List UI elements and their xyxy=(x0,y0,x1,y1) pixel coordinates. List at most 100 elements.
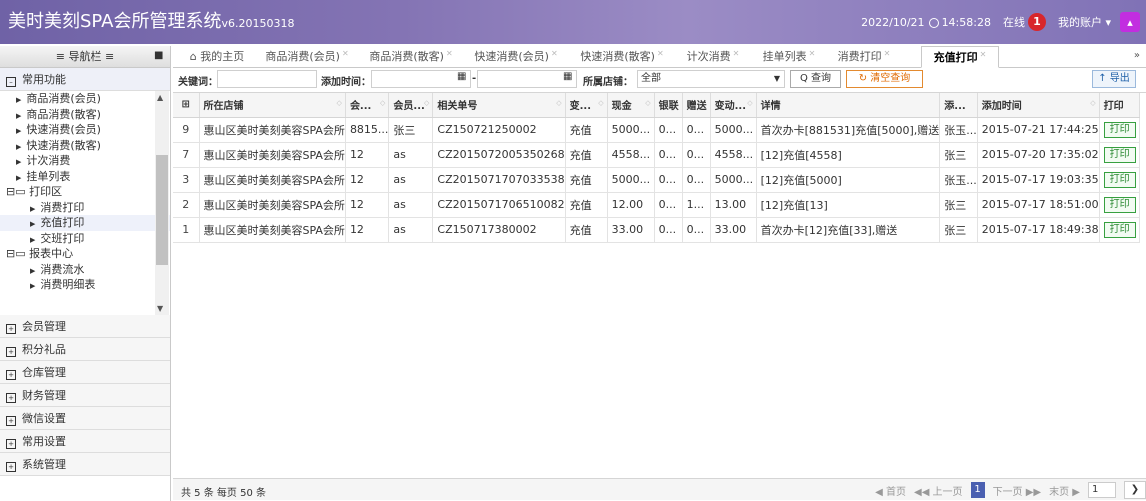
tree-item[interactable]: ▶ 快速消费(散客) xyxy=(0,138,170,154)
cell-store: 惠山区美时美刻美容SPA会所 xyxy=(199,217,346,243)
col-print[interactable]: 打印 xyxy=(1099,93,1140,118)
col-change[interactable]: 变动... ◇ xyxy=(710,93,757,118)
col-gift[interactable]: 赠送 xyxy=(682,93,711,118)
col-adder[interactable]: 添... xyxy=(939,93,978,118)
store-select[interactable]: 全部 ▼ xyxy=(637,70,785,88)
online-label[interactable]: 在线 xyxy=(1003,14,1025,30)
prev-page-button[interactable]: ◀◀ 上一页 xyxy=(914,483,963,498)
tree-item[interactable]: ▶ 挂单列表 xyxy=(0,169,170,185)
tab-home[interactable]: ⌂ 我的主页 xyxy=(181,46,253,68)
bell-icon[interactable]: ▴ xyxy=(1120,12,1140,32)
cell-order: CZ150717380002 xyxy=(432,217,566,243)
keyword-input[interactable] xyxy=(217,70,317,88)
table-row[interactable]: 1 惠山区美时美刻美容SPA会所 12 as CZ150717380002 充值 33.00… xyxy=(173,217,1140,243)
category-common[interactable]: – 常用功能 xyxy=(0,68,170,91)
query-button[interactable]: Q 查询 xyxy=(790,70,841,88)
tree-item[interactable]: ▶ 消费明细表 xyxy=(0,277,170,293)
tree-item[interactable]: ▶ 计次消费 xyxy=(0,153,170,169)
col-store[interactable]: 所在店铺 ◇ xyxy=(199,93,346,118)
col-type[interactable]: 变... ◇ xyxy=(565,93,608,118)
end-date-input[interactable] xyxy=(477,70,577,88)
scroll-up-icon[interactable]: ▲ xyxy=(157,93,163,102)
next-page-button[interactable]: 下一页 ▶▶ xyxy=(993,483,1042,498)
calendar-icon[interactable]: ▦ xyxy=(457,71,466,82)
lock-icon[interactable]: ■ xyxy=(154,50,163,62)
table-row[interactable]: 7 惠山区美时美刻美容SPA会所 12 as CZ2015072005350268 充值 4… xyxy=(173,142,1140,168)
tree-item[interactable]: ▶ 消费打印 xyxy=(0,200,170,216)
cell-type: 充值 xyxy=(565,167,608,193)
cell-gift: 0... xyxy=(682,117,711,143)
sidebar-scrollbar[interactable]: ▲ ▼ xyxy=(155,91,169,315)
select-all-icon[interactable]: ⊞ xyxy=(173,93,200,118)
cell-type: 充值 xyxy=(565,117,608,143)
clear-query-button[interactable]: ↻ 清空查询 xyxy=(846,70,923,88)
tab-consume-print[interactable]: 消费打印 ✕ xyxy=(829,46,899,68)
close-icon[interactable]: ✕ xyxy=(884,49,891,58)
tree-item[interactable]: ▶ 快速消费(会员) xyxy=(0,122,170,138)
close-icon[interactable]: ✕ xyxy=(733,49,740,58)
tab-quick-guest[interactable]: 快速消费(散客) ✕ xyxy=(571,46,673,68)
current-page[interactable]: 1 xyxy=(970,482,985,498)
start-date-input[interactable] xyxy=(371,70,471,88)
print-button[interactable]: 打印 xyxy=(1103,196,1136,213)
tree-item-selected[interactable]: ▶ 充值打印 xyxy=(0,215,170,231)
calendar-icon[interactable]: ▦ xyxy=(563,71,572,82)
first-page-button[interactable]: ◀ 首页 xyxy=(875,483,906,498)
cell-store: 惠山区美时美刻美容SPA会所 xyxy=(199,167,346,193)
table-row[interactable]: 3 惠山区美时美刻美容SPA会所 12 as CZ2015071707033538 充值 5… xyxy=(173,167,1140,193)
scroll-down-icon[interactable]: ▼ xyxy=(157,304,163,313)
page-input[interactable]: 1 xyxy=(1088,482,1116,498)
col-member[interactable]: 会员... ◇ xyxy=(388,93,434,118)
tab-scroll-icon[interactable]: » xyxy=(1134,50,1140,61)
category-members[interactable]: + 会员管理 xyxy=(0,315,170,338)
online-count-badge[interactable]: 1 xyxy=(1027,13,1046,31)
tree-group-report[interactable]: ⊟▭ 报表中心 xyxy=(0,246,170,262)
close-icon[interactable]: ✕ xyxy=(342,49,349,58)
print-button[interactable]: 打印 xyxy=(1103,121,1136,138)
table-row[interactable]: 2 惠山区美时美刻美容SPA会所 12 as CZ2015071706510082 充值 1… xyxy=(173,192,1140,218)
last-page-button[interactable]: 末页 ▶ xyxy=(1049,483,1080,498)
tree-item[interactable]: ▶ 交班打印 xyxy=(0,231,170,247)
cell-adder: 张三 xyxy=(939,142,978,168)
tab-pending[interactable]: 挂单列表 ✕ xyxy=(753,46,825,68)
col-detail[interactable]: 详情 xyxy=(756,93,941,118)
category-finance[interactable]: + 财务管理 xyxy=(0,384,170,407)
tab-goods-member[interactable]: 商品消费(会员) ✕ xyxy=(257,46,357,68)
scroll-thumb[interactable] xyxy=(156,155,168,265)
tab-recharge-print[interactable]: 充值打印 ✕ xyxy=(921,46,999,68)
tree-item[interactable]: ▶ 商品消费(会员) xyxy=(0,91,170,107)
col-unionpay[interactable]: 银联 xyxy=(654,93,683,118)
category-gifts[interactable]: + 积分礼品 xyxy=(0,338,170,361)
category-settings[interactable]: + 常用设置 xyxy=(0,430,170,453)
tab-quick-member[interactable]: 快速消费(会员) ✕ xyxy=(465,46,567,68)
go-page-button[interactable]: ❯ xyxy=(1124,481,1146,499)
close-icon[interactable]: ✕ xyxy=(446,49,453,58)
print-button[interactable]: 打印 xyxy=(1103,221,1136,238)
sidebar-header[interactable]: ≡ 导航栏 ≡ ■ xyxy=(0,46,170,68)
print-button[interactable]: 打印 xyxy=(1103,146,1136,163)
table-row[interactable]: 9 惠山区美时美刻美容SPA会所 8815... 张三 CZ150721250002 充值… xyxy=(173,117,1140,143)
close-icon[interactable]: ✕ xyxy=(657,49,664,58)
col-time[interactable]: 添加时间 ◇ xyxy=(977,93,1100,118)
col-cash[interactable]: 现金 ◇ xyxy=(607,93,655,118)
close-icon[interactable]: ✕ xyxy=(980,50,987,59)
col-card[interactable]: 会... ◇ xyxy=(345,93,390,118)
category-warehouse[interactable]: + 仓库管理 xyxy=(0,361,170,384)
export-button[interactable]: ↑ 导出 xyxy=(1092,70,1136,88)
cell-type: 充值 xyxy=(565,142,608,168)
cell-member: as xyxy=(388,192,434,218)
cell-order: CZ2015071706510082 xyxy=(432,192,566,218)
close-icon[interactable]: ✕ xyxy=(551,49,558,58)
tab-count[interactable]: 计次消费 ✕ xyxy=(677,46,749,68)
col-order[interactable]: 相关单号 ◇ xyxy=(432,93,566,118)
category-system[interactable]: + 系统管理 xyxy=(0,453,170,476)
tree-item[interactable]: ▶ 商品消费(散客) xyxy=(0,107,170,123)
close-icon[interactable]: ✕ xyxy=(809,49,816,58)
tab-goods-guest[interactable]: 商品消费(散客) ✕ xyxy=(361,46,461,68)
category-wechat[interactable]: + 微信设置 xyxy=(0,407,170,430)
account-menu[interactable]: 我的账户 ▾ xyxy=(1058,14,1111,30)
tree-group-print[interactable]: ⊟▭ 打印区 xyxy=(0,184,170,200)
tree-item[interactable]: ▶ 消费流水 xyxy=(0,262,170,278)
print-button[interactable]: 打印 xyxy=(1103,171,1136,188)
app-version: v6.20150318 xyxy=(221,17,295,30)
